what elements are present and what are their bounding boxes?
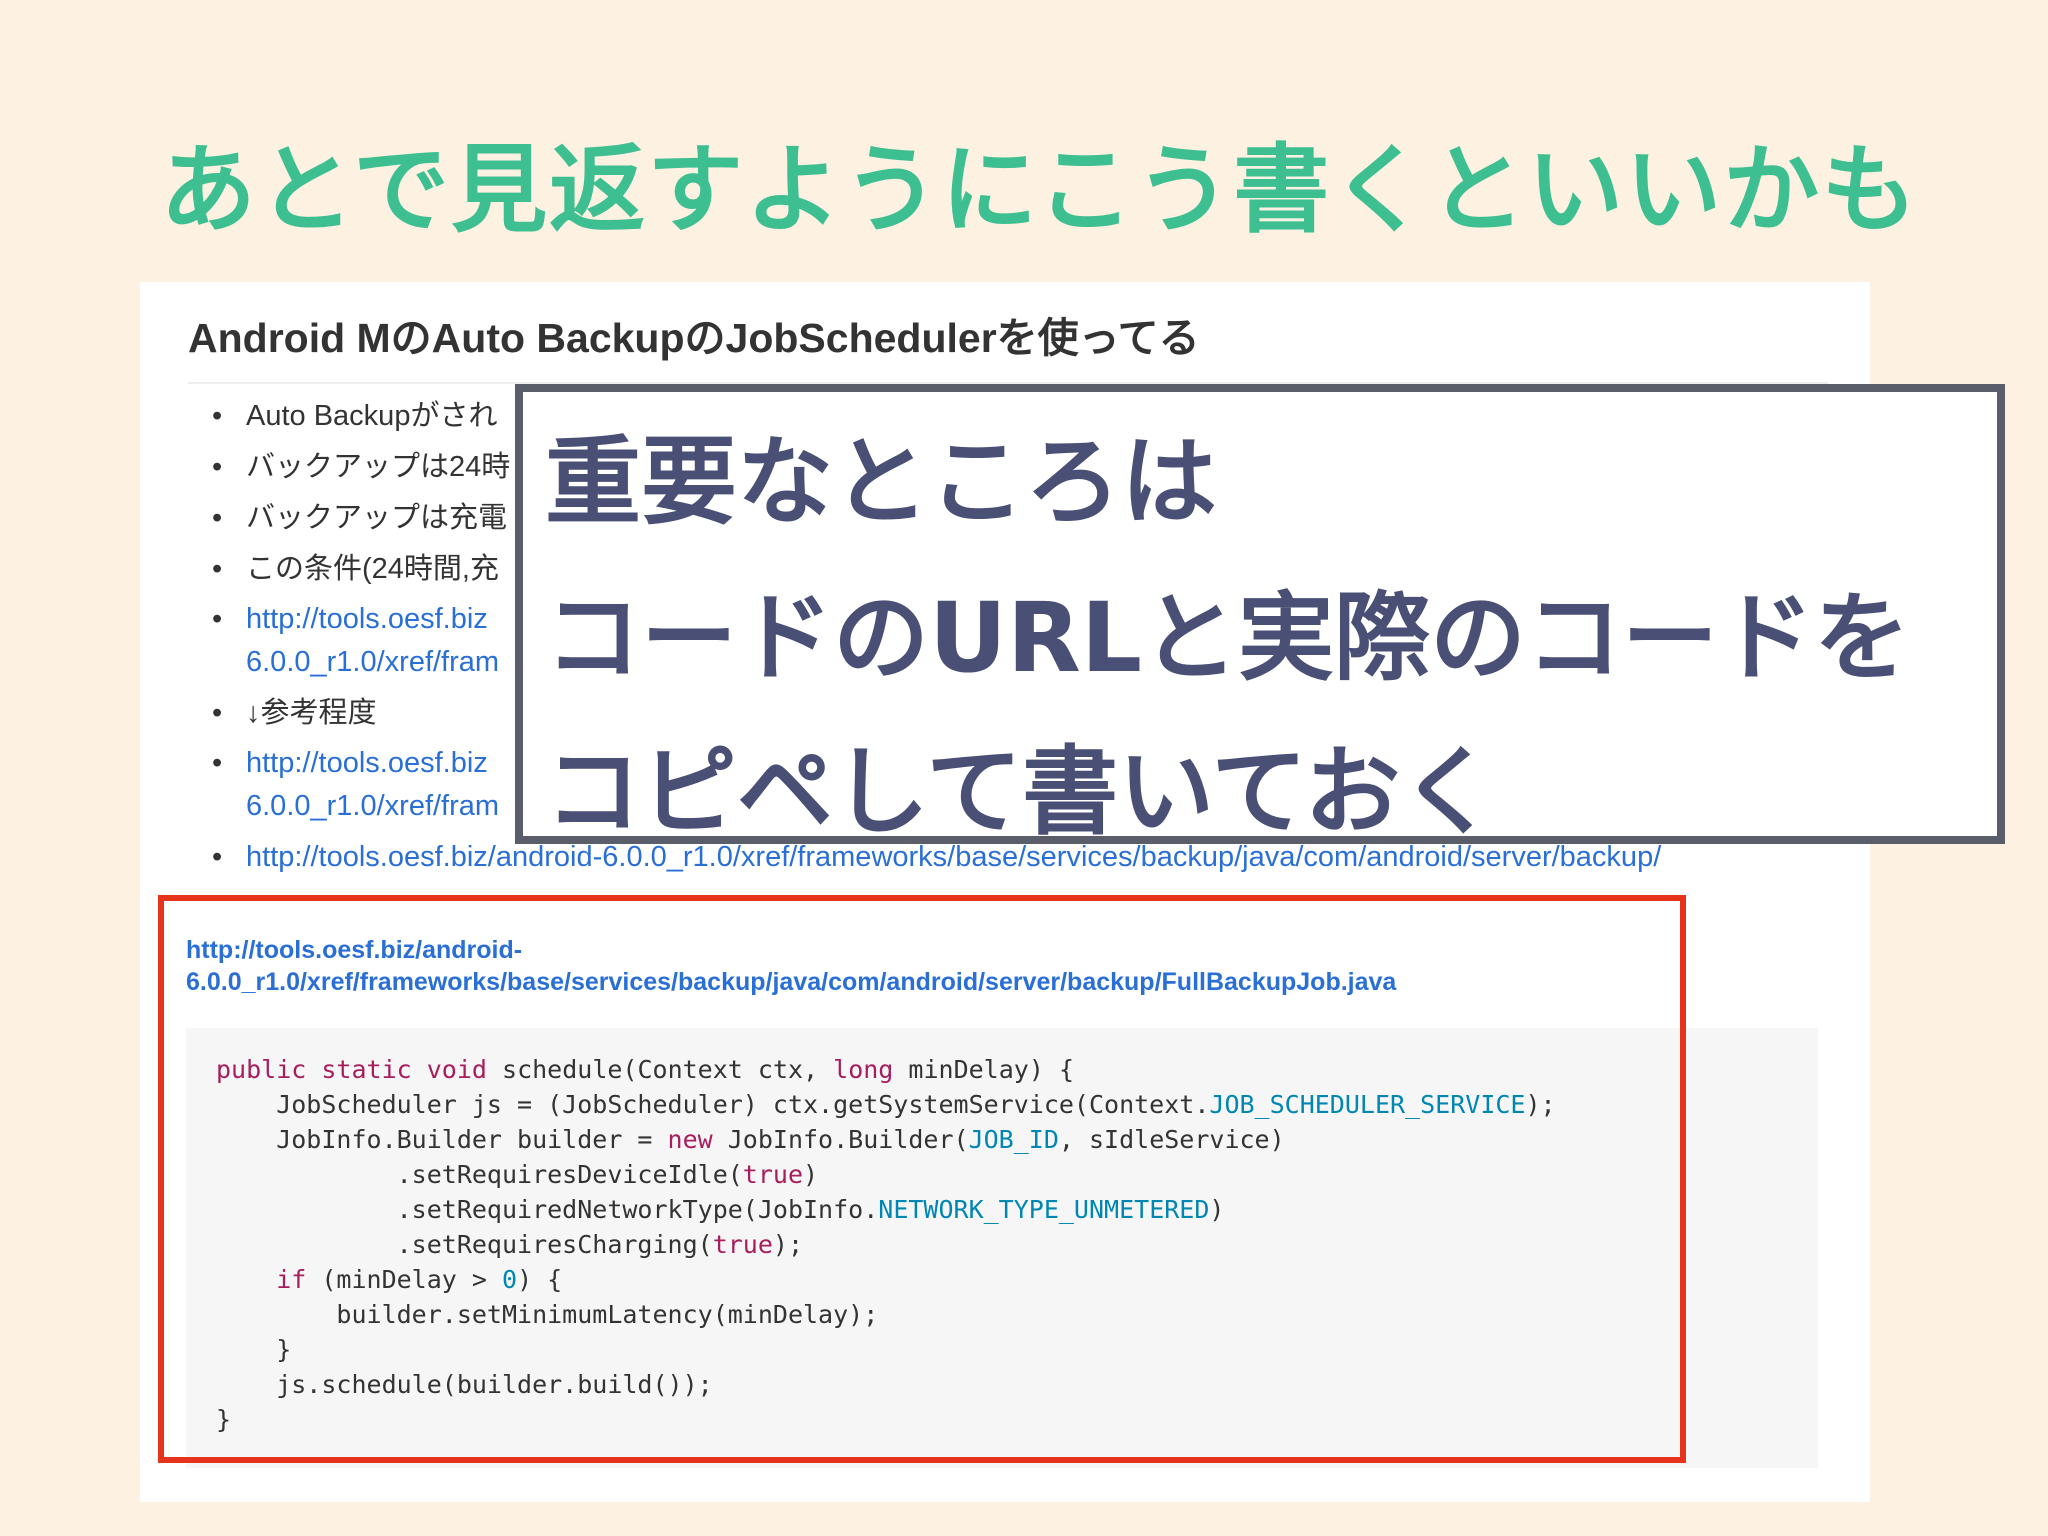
callout-box: 重要なところは コードのURLと実際のコードを コピペして書いておく [515,384,2005,848]
callout-line: 重要なところは [545,426,1217,538]
callout-line: コピペして書いておく [545,736,1497,848]
slide-title: あとで見返すようにこう書くといいかも [160,134,1920,246]
document-heading: Android MのAuto BackupのJobSchedulerを使ってる [188,304,1828,384]
callout-line: コードのURLと実際のコードを [545,582,1911,694]
highlight-box [158,895,1686,1463]
